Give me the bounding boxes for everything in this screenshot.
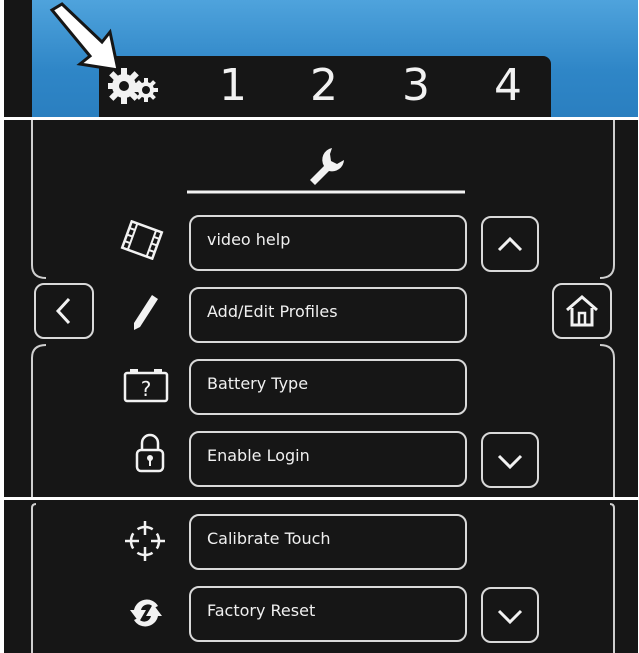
settings-menu-panel: video help Add/Edit Profiles ? Battery T… (4, 120, 638, 497)
home-icon (564, 294, 600, 328)
chevron-left-icon (54, 297, 74, 325)
video-help-label: video help (207, 230, 291, 249)
video-help-button[interactable]: video help (189, 215, 467, 271)
padlock-icon (134, 432, 166, 474)
factory-reset-label: Factory Reset (207, 601, 316, 620)
scroll-up-button[interactable] (481, 216, 539, 272)
scroll-down-button-2[interactable] (481, 587, 539, 643)
enable-login-label: Enable Login (207, 446, 310, 465)
factory-reset-button[interactable]: Factory Reset (189, 586, 467, 642)
calibrate-touch-label: Calibrate Touch (207, 529, 331, 548)
tab-1[interactable]: 1 (213, 60, 253, 112)
calibrate-touch-button[interactable]: Calibrate Touch (189, 514, 467, 570)
chevron-up-icon (496, 234, 524, 254)
chevron-down-icon (496, 452, 524, 472)
pencil-icon (130, 293, 160, 333)
settings-menu-scrolled-panel: Calibrate Touch Factory Reset (4, 500, 638, 653)
scroll-down-button[interactable] (481, 432, 539, 488)
tab-2[interactable]: 2 (304, 60, 344, 112)
crosshair-icon (124, 520, 166, 562)
refresh-icon (128, 588, 164, 638)
battery-type-button[interactable]: Battery Type (189, 359, 467, 415)
enable-login-button[interactable]: Enable Login (189, 431, 467, 487)
battery-question-icon: ? (122, 365, 170, 405)
top-bar-panel: 1 2 3 4 (4, 0, 638, 117)
back-button[interactable] (34, 283, 94, 339)
add-edit-profiles-label: Add/Edit Profiles (207, 302, 338, 321)
svg-text:?: ? (141, 377, 152, 401)
gears-icon[interactable] (108, 62, 158, 104)
home-button[interactable] (552, 283, 612, 339)
tab-4[interactable]: 4 (488, 60, 528, 112)
wrench-icon (306, 146, 346, 186)
tab-3[interactable]: 3 (396, 60, 436, 112)
film-icon (120, 220, 164, 260)
battery-type-label: Battery Type (207, 374, 309, 393)
add-edit-profiles-button[interactable]: Add/Edit Profiles (189, 287, 467, 343)
chevron-down-icon (496, 607, 524, 627)
